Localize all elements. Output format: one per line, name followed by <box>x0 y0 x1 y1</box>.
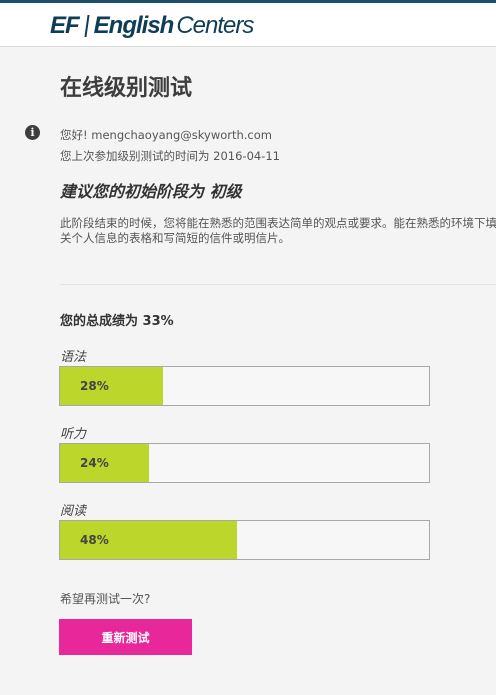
recommended-level-heading: 建议您的初始阶段为 初级 <box>60 182 242 201</box>
listening-score-bar: 24% <box>59 443 430 483</box>
grammar-score-fill <box>60 367 164 405</box>
reading-score-text: 48% <box>80 533 109 547</box>
grammar-label: 语法 <box>60 350 87 365</box>
greeting-text: 您好! mengchaoyang@skyworth.com <box>60 128 272 142</box>
site-header: EF English Centers <box>0 0 496 47</box>
total-score: 您的总成绩为 33% <box>60 314 174 329</box>
reading-score-bar: 48% <box>59 520 430 560</box>
logo-ef-mark: EF <box>50 12 80 39</box>
last-test-date-text: 您上次参加级别测试的时间为 2016-04-11 <box>60 149 280 163</box>
level-test-page: EF English Centers 在线级别测试 i 您好! mengchao… <box>0 0 496 695</box>
grammar-score-text: 28% <box>80 379 109 393</box>
logo-english-text: English <box>93 12 175 39</box>
listening-score-text: 24% <box>80 456 109 470</box>
logo-centers-text: Centers <box>176 12 254 39</box>
page-title: 在线级别测试 <box>60 76 193 101</box>
retry-prompt: 希望再测试一次? <box>60 592 151 606</box>
section-divider <box>60 284 496 285</box>
grammar-score-bar: 28% <box>59 366 430 406</box>
level-description: 此阶段结束的时候，您将能在熟悉的范围表达简单的观点或要求。能在熟悉的环境下填写有… <box>60 216 496 245</box>
reading-label: 阅读 <box>60 504 87 519</box>
info-icon: i <box>25 125 40 140</box>
retake-test-button[interactable]: 重新测试 <box>59 619 192 655</box>
logo-divider <box>84 15 90 37</box>
ef-english-centers-logo[interactable]: EF English Centers <box>50 11 254 41</box>
listening-label: 听力 <box>60 427 87 442</box>
